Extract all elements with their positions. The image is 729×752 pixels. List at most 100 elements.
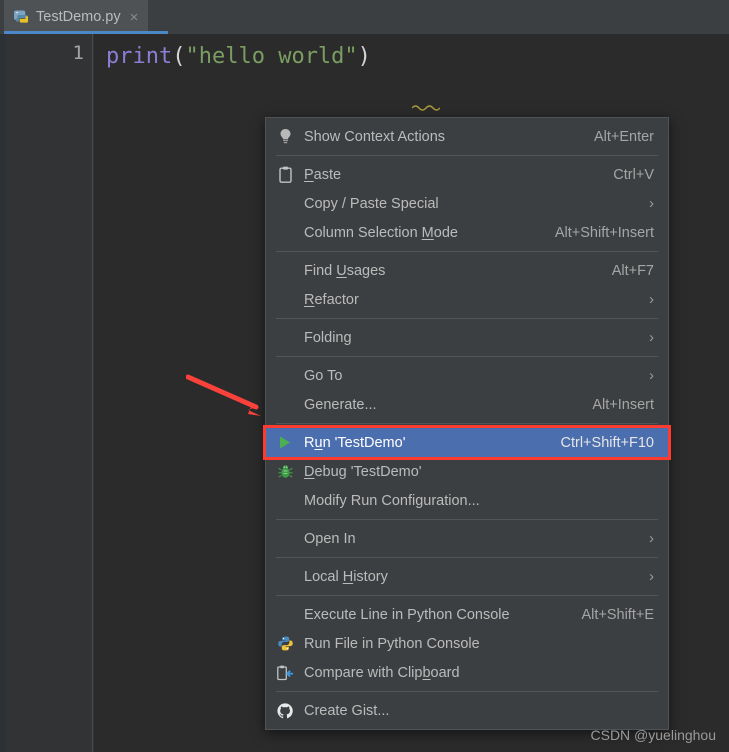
chevron-right-icon: › [649, 530, 654, 547]
pycharm-window: TestDemo.py × 1 print("hello world") Sho… [0, 0, 729, 752]
menu-item-generate[interactable]: Generate... Alt+Insert [266, 390, 668, 419]
menu-item-compare-with-clipboard[interactable]: Compare with Clipboard [266, 658, 668, 687]
menu-item-open-in[interactable]: Open In › [266, 524, 668, 553]
menu-item-go-to[interactable]: Go To › [266, 361, 668, 390]
no-icon [274, 224, 296, 242]
menu-item-label: Execute Line in Python Console [304, 606, 510, 623]
no-icon [274, 530, 296, 548]
menu-item-label: Local History [304, 568, 388, 585]
no-icon [274, 568, 296, 586]
editor-gutter[interactable]: 1 [6, 34, 93, 752]
compare-clipboard-icon [274, 664, 296, 682]
menu-separator [276, 155, 658, 156]
menu-item-label: Debug 'TestDemo' [304, 463, 422, 480]
menu-item-find-usages[interactable]: Find Usages Alt+F7 [266, 256, 668, 285]
menu-item-label: Modify Run Configuration... [304, 492, 480, 509]
menu-item-label: Show Context Actions [304, 128, 446, 145]
menu-item-show-context-actions[interactable]: Show Context Actions Alt+Enter [266, 122, 668, 151]
menu-item-refactor[interactable]: Refactor › [266, 285, 668, 314]
python-logo-icon [274, 635, 296, 653]
no-icon [274, 329, 296, 347]
menu-item-mnemonic: b [422, 664, 431, 681]
close-icon[interactable]: × [130, 10, 139, 25]
menu-item-mnemonic: M [421, 224, 434, 241]
menu-item-shortcut: Alt+Shift+Insert [554, 224, 654, 241]
menu-item-run-testdemo[interactable]: Run 'TestDemo' Ctrl+Shift+F10 [266, 428, 668, 457]
menu-item-label: Run 'TestDemo' [304, 434, 406, 451]
chevron-right-icon: › [649, 568, 654, 585]
chevron-right-icon: › [649, 329, 654, 346]
menu-separator [276, 557, 658, 558]
watermark-text: CSDN @yuelinghou [590, 727, 717, 743]
no-icon [274, 492, 296, 510]
no-icon [274, 367, 296, 385]
chevron-right-icon: › [649, 367, 654, 384]
editor-tab-label: TestDemo.py [36, 9, 121, 25]
menu-item-shortcut: Ctrl+Shift+F10 [560, 434, 655, 451]
no-icon [274, 262, 296, 280]
menu-item-mnemonic: D [304, 463, 315, 480]
menu-item-label: Open In [304, 530, 356, 547]
menu-item-execute-line-in-python-console[interactable]: Execute Line in Python Console Alt+Shift+… [266, 600, 668, 629]
run-play-icon [274, 434, 296, 452]
menu-item-mnemonic: u [314, 434, 323, 451]
menu-item-label: Go To [304, 367, 343, 384]
menu-separator [276, 356, 658, 357]
editor-tab-testdemo[interactable]: TestDemo.py × [4, 0, 149, 34]
menu-item-label: Folding [304, 329, 352, 346]
menu-item-column-selection-mode[interactable]: Column Selection Mode Alt+Shift+Insert [266, 218, 668, 247]
menu-item-mnemonic: H [342, 568, 354, 585]
menu-item-shortcut: Alt+Insert [592, 396, 654, 413]
menu-item-copy-paste-special[interactable]: Copy / Paste Special › [266, 189, 668, 218]
menu-item-label: Refactor [304, 291, 359, 308]
menu-item-mnemonic: R [304, 291, 315, 308]
menu-item-shortcut: Alt+F7 [611, 262, 654, 279]
clipboard-icon [274, 166, 296, 184]
chevron-right-icon: › [649, 195, 654, 212]
menu-item-create-gist[interactable]: Create Gist... [266, 696, 668, 725]
menu-item-local-history[interactable]: Local History › [266, 562, 668, 591]
menu-separator [276, 251, 658, 252]
code-token-keyword: print [106, 44, 173, 69]
code-token-open-paren: ( [172, 44, 186, 69]
menu-item-label: Compare with Clipboard [304, 664, 460, 681]
menu-item-shortcut: Alt+Shift+E [581, 606, 654, 623]
menu-item-label: Run File in Python Console [304, 635, 480, 652]
menu-separator [276, 595, 658, 596]
menu-item-debug-testdemo[interactable]: Debug 'TestDemo' [266, 457, 668, 486]
menu-item-label: Copy / Paste Special [304, 195, 439, 212]
code-line-1: print("hello world") [106, 44, 371, 69]
menu-item-mnemonic: U [336, 262, 347, 279]
code-token-string: "hello world" [185, 44, 358, 69]
chevron-right-icon: › [649, 291, 654, 308]
red-arrow-annotation [186, 374, 261, 416]
menu-separator [276, 423, 658, 424]
line-number: 1 [72, 42, 84, 64]
menu-item-label: Create Gist... [304, 702, 390, 719]
menu-separator [276, 691, 658, 692]
no-icon [274, 195, 296, 213]
menu-item-shortcut: Alt+Enter [593, 128, 654, 145]
menu-item-paste[interactable]: Paste Ctrl+V [266, 160, 668, 189]
no-icon [274, 606, 296, 624]
lightbulb-icon [274, 128, 296, 146]
menu-item-modify-run-configuration[interactable]: Modify Run Configuration... [266, 486, 668, 515]
menu-item-mnemonic: P [304, 166, 314, 183]
menu-item-shortcut: Ctrl+V [613, 166, 654, 183]
menu-item-label: Column Selection Mode [304, 224, 458, 241]
menu-item-folding[interactable]: Folding › [266, 323, 668, 352]
python-file-icon [14, 9, 29, 25]
no-icon [274, 396, 296, 414]
editor-tab-bar: TestDemo.py × [0, 0, 729, 34]
menu-separator [276, 318, 658, 319]
menu-item-label: Paste [304, 166, 342, 183]
code-token-close-paren: ) [357, 44, 371, 69]
warning-squiggle-icon [412, 105, 440, 111]
debug-bug-icon [274, 463, 296, 481]
menu-item-label: Find Usages [304, 262, 386, 279]
menu-separator [276, 519, 658, 520]
github-icon [274, 702, 296, 720]
menu-item-label: Generate... [304, 396, 377, 413]
menu-item-run-file-in-python-console[interactable]: Run File in Python Console [266, 629, 668, 658]
editor-context-menu[interactable]: Show Context Actions Alt+Enter Paste Ctrl+V… [265, 117, 669, 730]
